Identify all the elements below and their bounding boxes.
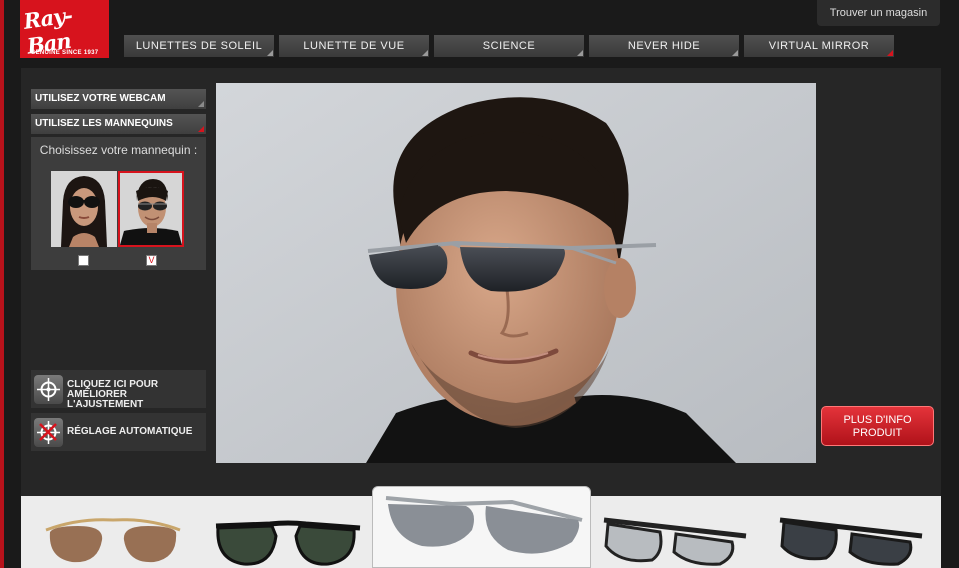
product-rimless-sport-selected[interactable]	[382, 490, 587, 568]
target-auto-icon	[34, 418, 63, 447]
left-accent-stripe	[0, 0, 4, 568]
mannequin-female-thumbnail[interactable]	[51, 171, 117, 247]
product-wayfarer-clear[interactable]	[600, 506, 750, 568]
logo-tagline: GENUINE SINCE 1937	[30, 50, 99, 56]
target-icon	[34, 375, 63, 404]
store-locator-button[interactable]: Trouver un magasin	[817, 0, 940, 26]
mannequin-male-checkbox[interactable]: V	[146, 255, 157, 266]
nav-never-hide[interactable]: NEVER HIDE	[589, 35, 739, 57]
product-wrap-black[interactable]	[776, 506, 926, 568]
nav-sunglasses[interactable]: LUNETTES DE SOLEIL	[124, 35, 274, 57]
auto-adjust-button[interactable]: RÉGLAGE AUTOMATIQUE	[31, 413, 206, 451]
product-info-line2: PRODUIT	[852, 427, 903, 439]
use-webcam-button[interactable]: UTILISEZ VOTRE WEBCAM	[31, 89, 206, 109]
use-mannequins-button[interactable]: UTILISEZ LES MANNEQUINS	[31, 114, 206, 134]
nav-eyeglasses[interactable]: LUNETTE DE VUE	[279, 35, 429, 57]
product-aviator-gold[interactable]	[38, 506, 188, 568]
product-aviator-black[interactable]	[210, 506, 365, 568]
nav-science[interactable]: SCIENCE	[434, 35, 584, 57]
mannequin-male-thumbnail[interactable]	[118, 171, 184, 247]
nav-virtual-mirror[interactable]: VIRTUAL MIRROR	[744, 35, 894, 57]
choose-mannequin-label: Choisissez votre mannequin :	[39, 143, 198, 157]
mannequin-female-checkbox[interactable]	[78, 255, 89, 266]
mannequin-photo-viewport[interactable]	[216, 83, 816, 463]
improve-fit-button[interactable]: CLIQUEZ ICI POUR AMÉLIORER L'AJUSTEMENT	[31, 370, 206, 410]
mannequin-panel: Choisissez votre mannequin : V	[31, 137, 206, 270]
auto-adjust-label: RÉGLAGE AUTOMATIQUE	[67, 426, 193, 437]
product-info-button[interactable]: PLUS D'INFO PRODUIT	[821, 406, 934, 446]
product-info-line1: PLUS D'INFO	[843, 414, 912, 426]
improve-fit-label-line2: AMÉLIORER L'AJUSTEMENT	[67, 389, 144, 410]
rayban-logo[interactable]: Ray-Ban GENUINE SINCE 1937	[20, 0, 109, 59]
improve-fit-label: CLIQUEZ ICI POUR AMÉLIORER L'AJUSTEMENT	[67, 380, 206, 410]
